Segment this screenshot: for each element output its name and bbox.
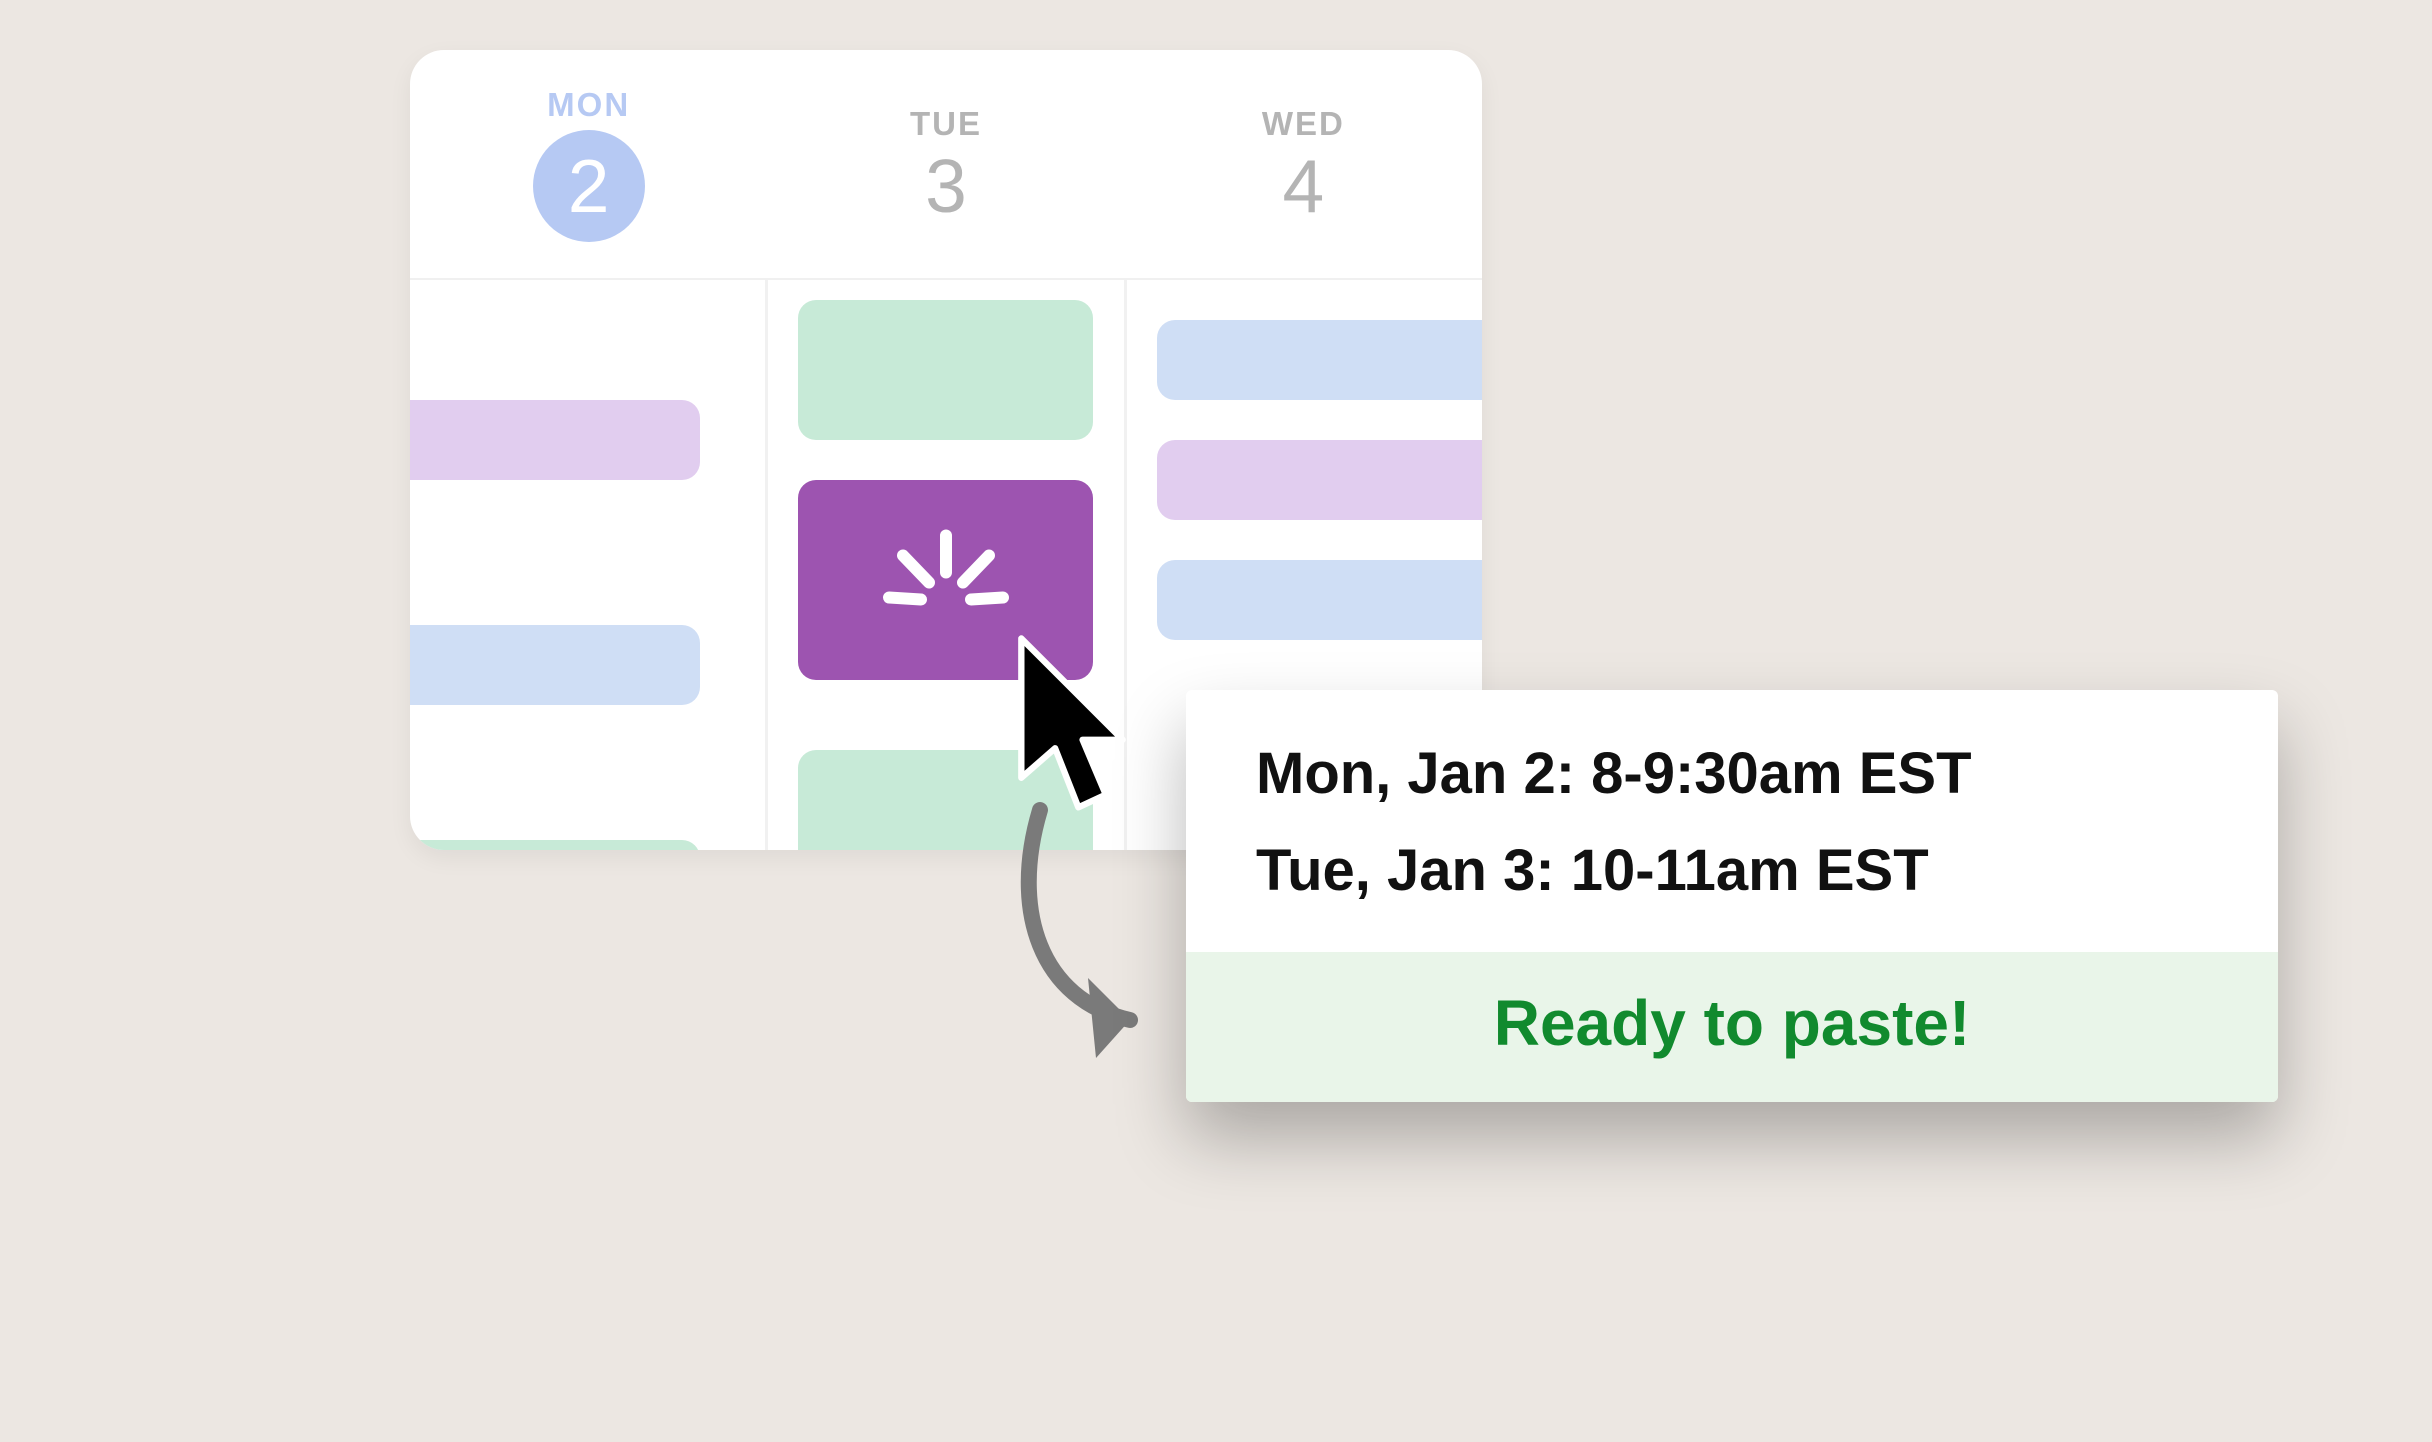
popup-footer: Ready to paste! bbox=[1186, 952, 2278, 1102]
calendar-event[interactable] bbox=[798, 300, 1093, 440]
day-abbr: MON bbox=[547, 86, 630, 124]
copied-time-line: Mon, Jan 2: 8-9:30am EST bbox=[1256, 740, 2208, 807]
calendar-event[interactable] bbox=[410, 840, 700, 850]
calendar-event[interactable] bbox=[410, 400, 700, 480]
day-number: 4 bbox=[1282, 149, 1324, 224]
calendar-event[interactable] bbox=[1157, 440, 1482, 520]
day-abbr: WED bbox=[1262, 105, 1345, 143]
day-header-mon[interactable]: MON 2 bbox=[410, 50, 767, 278]
ready-to-paste-label: Ready to paste! bbox=[1494, 987, 1971, 1059]
day-column-mon[interactable] bbox=[410, 280, 768, 850]
calendar-event[interactable] bbox=[410, 625, 700, 705]
cursor-pointer-icon bbox=[1002, 630, 1142, 820]
day-number: 3 bbox=[925, 149, 967, 224]
day-header-wed[interactable]: WED 4 bbox=[1125, 50, 1482, 278]
day-number: 2 bbox=[533, 130, 645, 242]
day-abbr: TUE bbox=[910, 105, 982, 143]
calendar-header: MON 2 TUE 3 WED 4 bbox=[410, 50, 1482, 280]
popup-body: Mon, Jan 2: 8-9:30am EST Tue, Jan 3: 10-… bbox=[1186, 690, 2278, 952]
calendar-event[interactable] bbox=[1157, 560, 1482, 640]
arrow-icon bbox=[980, 800, 1200, 1060]
copied-times-popup: Mon, Jan 2: 8-9:30am EST Tue, Jan 3: 10-… bbox=[1186, 690, 2278, 1102]
click-splash-icon bbox=[881, 528, 1011, 633]
calendar-event[interactable] bbox=[1157, 320, 1482, 400]
day-header-tue[interactable]: TUE 3 bbox=[767, 50, 1124, 278]
copied-time-line: Tue, Jan 3: 10-11am EST bbox=[1256, 837, 2208, 904]
